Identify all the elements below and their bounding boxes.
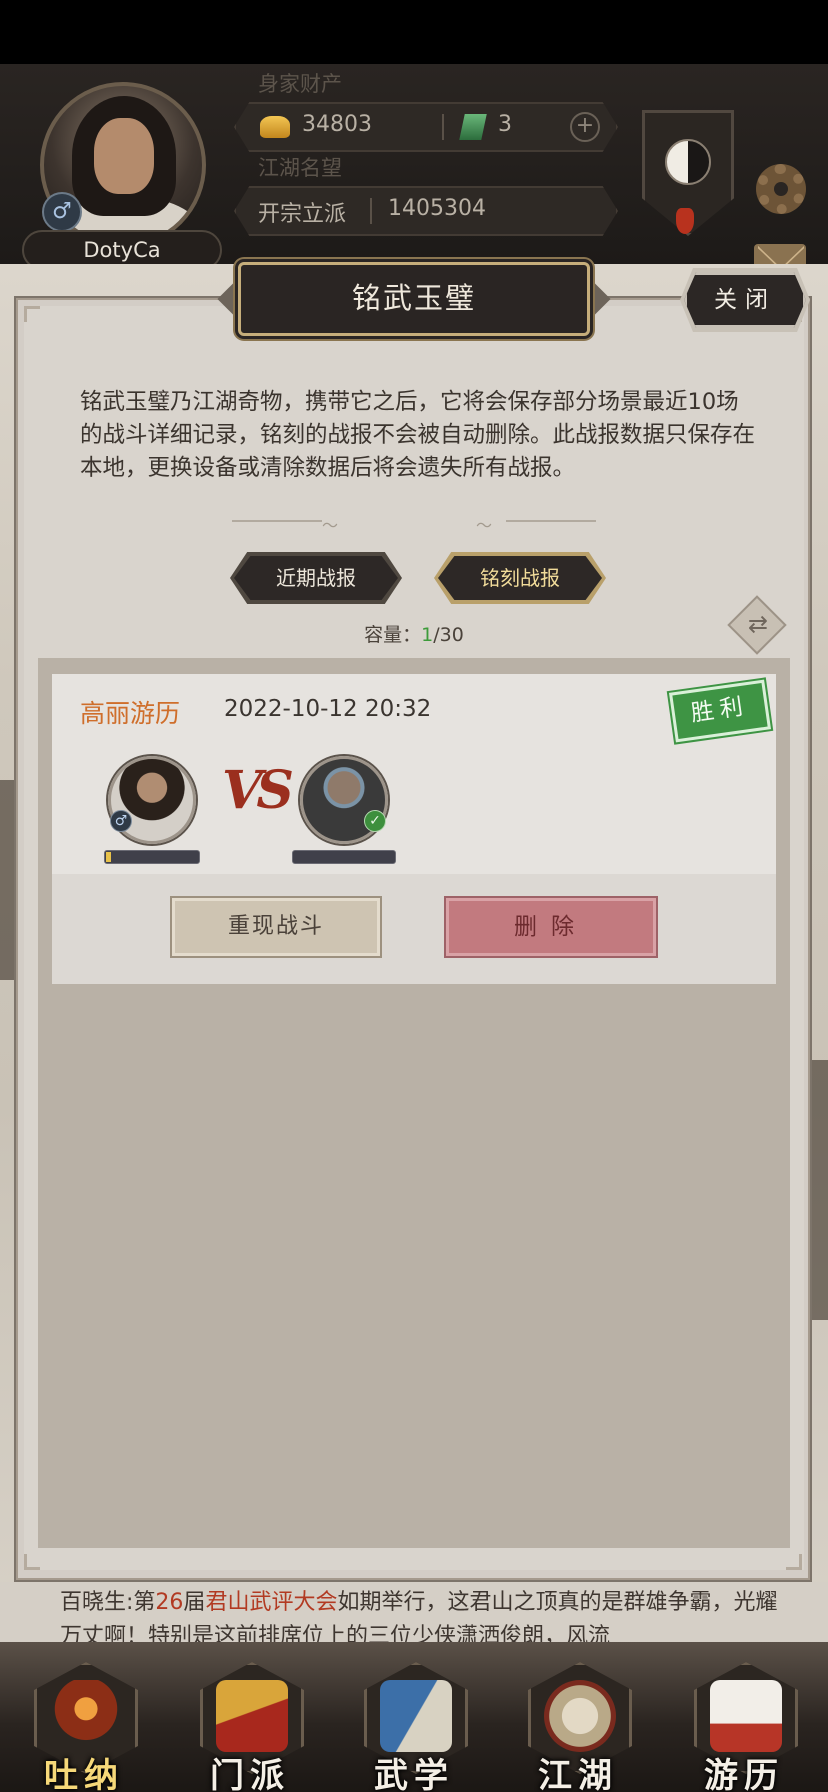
divider [370, 198, 372, 224]
weapon-icon: ✓ [364, 810, 386, 832]
corner-ornament [24, 1554, 40, 1570]
gold-ingot-icon [260, 116, 290, 138]
reputation-label: 江湖名望 [258, 156, 342, 180]
add-currency-button[interactable]: + [570, 112, 600, 142]
male-icon: ♂ [42, 192, 82, 232]
replay-battle-button[interactable]: 重现战斗 [170, 896, 382, 958]
capacity-total: /30 [433, 624, 464, 646]
tab-recent-reports[interactable]: 近期战报 [234, 556, 398, 600]
wealth-bar: 34803 3 + [234, 102, 618, 152]
sect-banner-icon [216, 1680, 288, 1752]
nav-jianghu[interactable]: 江湖 [508, 1662, 648, 1792]
nav-label: 武学 [374, 1756, 454, 1792]
male-icon: ♂ [110, 810, 132, 832]
dialog-title: 铭武玉璧 [351, 281, 476, 315]
nav-label: 吐纳 [44, 1756, 124, 1792]
divider-left [232, 520, 322, 522]
player-hp-bar [104, 850, 200, 864]
capacity-readout: 容量：1/30 [0, 620, 828, 647]
capacity-used: 1 [421, 624, 434, 646]
jade-icon [459, 114, 487, 140]
record-actions-row [52, 874, 776, 984]
enemy-hp-bar [292, 850, 396, 864]
close-button[interactable]: 关闭 [684, 272, 806, 328]
reputation-title: 开宗立派 [258, 202, 347, 227]
vs-icon: VS [222, 760, 294, 821]
reputation-bar: 开宗立派 1405304 [234, 186, 618, 236]
news-ticker: 百晓生:第26届君山武评大会如期举行，这君山之顶真的是群雄争霸，光耀万丈啊！特别… [0, 1582, 828, 1642]
gold-amount: 34803 [302, 112, 372, 137]
scroll-book-icon [380, 1680, 452, 1752]
ticker-text: 百晓生:第26届君山武评大会如期举行，这君山之顶真的是群雄争霸，光耀万丈啊！特别… [60, 1586, 780, 1642]
wealth-label: 身家财产 [258, 72, 342, 96]
dialog-description: 铭武玉璧乃江湖奇物，携带它之后，它将会保存部分场景最近10场的战斗详细记录，铭刻… [80, 389, 756, 481]
nav-meditation[interactable]: 吐纳 [14, 1662, 154, 1792]
nav-sect[interactable]: 门派 [180, 1662, 320, 1792]
refresh-icon[interactable]: ⇄ [744, 608, 772, 640]
top-hud: ♂ DotyCa 身家财产 34803 3 + 江湖名望 开宗立派 140530… [0, 64, 828, 282]
divider-ornament: ～ [476, 516, 493, 535]
tassel-icon [676, 208, 694, 234]
bottom-nav: 吐纳 门派 武学 江湖 游历 [0, 1642, 828, 1792]
corner-ornament [24, 306, 40, 322]
horse-icon [710, 1680, 782, 1752]
nav-martial-arts[interactable]: 武学 [344, 1662, 484, 1792]
nav-label: 门派 [210, 1756, 290, 1792]
dialog-title-plate: 铭武玉璧 [238, 262, 590, 336]
nav-travel[interactable]: 游历 [674, 1662, 814, 1792]
corner-ornament [786, 1554, 802, 1570]
meditation-icon [50, 1680, 122, 1752]
tab-engraved-reports[interactable]: 铭刻战报 [438, 556, 602, 600]
ticker-event: 君山武评大会 [205, 1590, 338, 1615]
jade-amount: 3 [498, 112, 512, 137]
ticker-prefix: 百晓生:第 [60, 1590, 156, 1615]
divider-right [506, 520, 596, 522]
record-datetime: 2022-10-12 20:32 [224, 696, 432, 722]
taiji-icon [665, 139, 711, 185]
divider [442, 114, 444, 140]
ticker-mid: 届 [183, 1590, 206, 1615]
nav-label: 游历 [704, 1756, 784, 1792]
ticker-number: 26 [155, 1590, 184, 1615]
nav-label: 江湖 [538, 1756, 618, 1792]
avatar-face [94, 118, 154, 194]
gear-icon[interactable] [756, 164, 806, 214]
capacity-label: 容量： [364, 624, 422, 646]
reputation-value: 1405304 [388, 196, 486, 221]
status-bar [0, 0, 828, 64]
bamboo-hat-icon [544, 1680, 616, 1752]
divider-ornament: ～ [322, 516, 339, 535]
delete-record-button[interactable]: 删除 [444, 896, 658, 958]
record-scene: 高丽游历 [80, 699, 181, 728]
